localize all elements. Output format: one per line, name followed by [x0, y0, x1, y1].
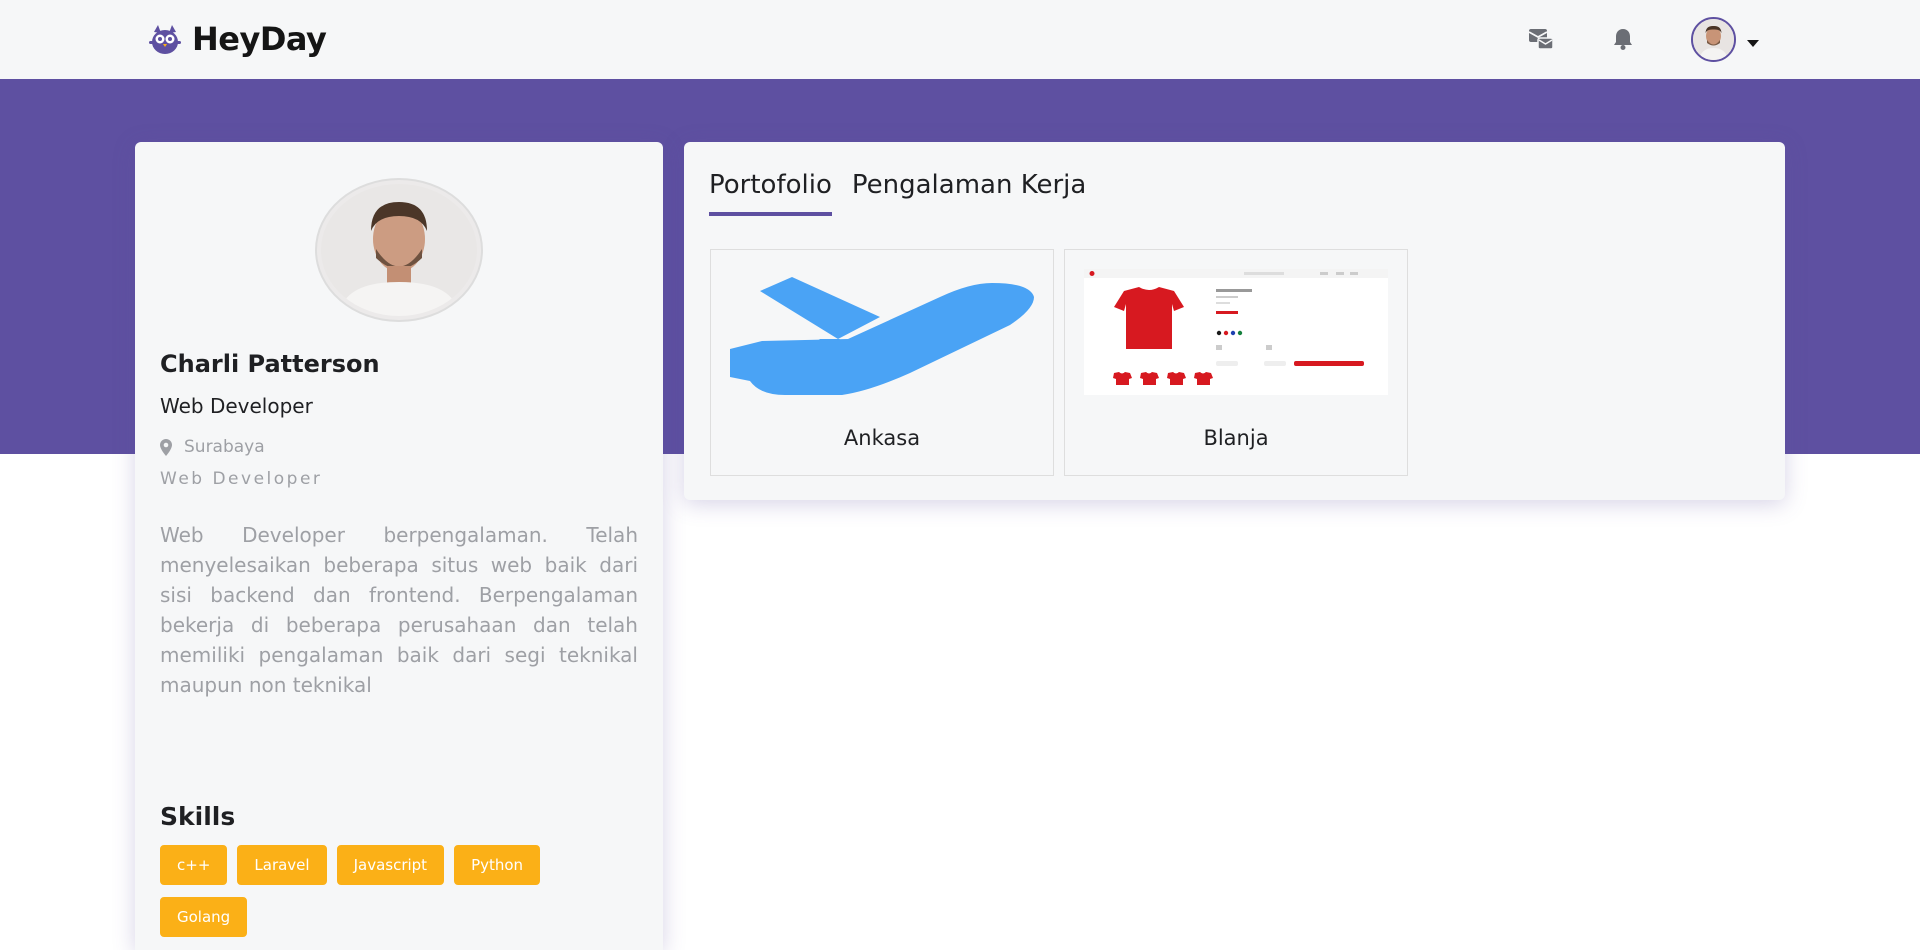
skill-badge[interactable]: Javascript — [336, 845, 445, 885]
tab-portofolio[interactable]: Portofolio — [709, 170, 832, 216]
profile-photo — [315, 178, 483, 322]
portfolio-item-title: Ankasa — [843, 426, 921, 450]
bell-icon[interactable] — [1608, 24, 1638, 54]
portfolio-grid: Ankasa Blanja — [710, 249, 1418, 476]
portfolio-item-blanja[interactable]: Blanja — [1064, 249, 1408, 476]
profile-location: Surabaya — [160, 437, 265, 457]
navbar: HeyDay — [0, 0, 1920, 79]
skills-list: c++ Laravel Javascript Python Golang — [160, 845, 560, 949]
profile-subtitle: Web Developer — [160, 469, 323, 489]
airplane-image — [730, 269, 1034, 395]
portfolio-card: Portofolio Pengalaman Kerja Ankasa Blanj… — [684, 142, 1785, 500]
portfolio-item-ankasa[interactable]: Ankasa — [710, 249, 1054, 476]
profile-name: Charli Patterson — [160, 350, 380, 378]
skill-badge[interactable]: Golang — [160, 897, 248, 937]
skills-heading: Skills — [160, 802, 236, 831]
profile-tabs: Portofolio Pengalaman Kerja — [709, 170, 1106, 216]
portfolio-item-title: Blanja — [1203, 426, 1269, 450]
mail-icon[interactable] — [1526, 24, 1556, 54]
profile-card: Charli Patterson Web Developer Surabaya … — [135, 142, 663, 950]
owl-logo-icon — [149, 25, 181, 54]
profile-job-title: Web Developer — [160, 394, 313, 418]
map-marker-icon — [160, 438, 172, 456]
user-avatar[interactable] — [1691, 17, 1736, 62]
caret-down-icon[interactable] — [1746, 33, 1760, 52]
profile-location-text: Surabaya — [184, 437, 265, 457]
skill-badge[interactable]: c++ — [160, 845, 228, 885]
brand[interactable]: HeyDay — [148, 20, 327, 58]
skill-badge[interactable]: Laravel — [237, 845, 327, 885]
profile-description: Web Developer berpengalaman. Telah menye… — [160, 523, 638, 697]
skill-badge[interactable]: Python — [454, 845, 541, 885]
brand-name: HeyDay — [192, 20, 327, 58]
tab-pengalaman-kerja[interactable]: Pengalaman Kerja — [852, 170, 1086, 216]
shop-screenshot-image — [1084, 269, 1388, 395]
